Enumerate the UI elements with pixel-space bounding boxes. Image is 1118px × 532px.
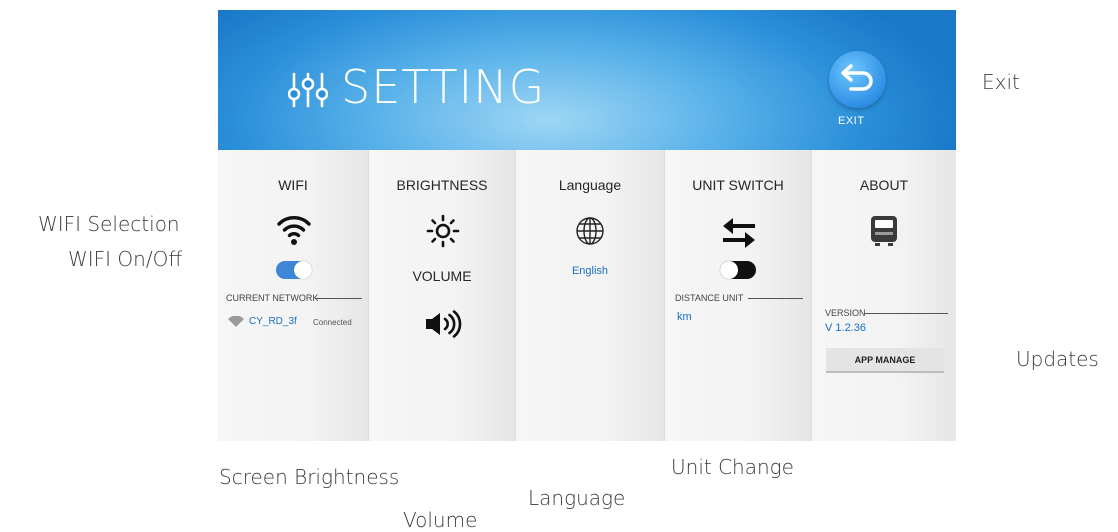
- divider: [748, 298, 803, 299]
- volume-title: VOLUME: [412, 268, 472, 284]
- annotation-language: Language: [528, 486, 626, 510]
- exit-label: EXIT: [838, 115, 865, 127]
- version-label: VERSION: [825, 308, 866, 318]
- about-title: ABOUT: [859, 177, 909, 193]
- language-title: Language: [558, 177, 622, 193]
- toggle-knob: [294, 261, 312, 279]
- unit-switch-panel: UNIT SWITCH DISTANCE UNIT km: [665, 150, 812, 441]
- toggle-knob: [720, 261, 738, 279]
- annotation-exit: Exit: [982, 70, 1020, 94]
- sliders-icon: [288, 72, 328, 108]
- brightness-title: BRIGHTNESS: [396, 177, 488, 193]
- wifi-title: WIFI: [278, 177, 308, 193]
- current-network-label: CURRENT NETWORK: [226, 293, 319, 303]
- wifi-panel: WIFI CURRENT NETWORK CY_RD_3f Connected: [218, 150, 369, 441]
- distance-unit-value[interactable]: km: [677, 311, 692, 323]
- about-panel: ABOUT VERSION V 1.2.36 APP MANAGE: [812, 150, 956, 441]
- annotation-wifi-onoff: WIFI On/Off: [68, 247, 183, 271]
- wifi-toggle[interactable]: [276, 261, 312, 279]
- device-icon[interactable]: [869, 214, 899, 248]
- language-value[interactable]: English: [516, 265, 664, 277]
- annotation-updates: Updates: [1016, 347, 1099, 371]
- brightness-panel: BRIGHTNESS VOLUME: [369, 150, 516, 441]
- annotation-screen-brightness: Screen Brightness: [219, 465, 400, 489]
- annotation-volume: Volume: [403, 508, 478, 532]
- settings-header: SETTING EXIT: [218, 10, 956, 150]
- divider: [315, 298, 362, 299]
- annotation-wifi-selection: WIFI Selection: [38, 212, 180, 236]
- unit-switch-title: UNIT SWITCH: [692, 177, 784, 193]
- return-arrow-icon: [841, 64, 873, 91]
- wifi-icon[interactable]: [276, 211, 312, 247]
- version-value: V 1.2.36: [825, 322, 866, 334]
- speaker-icon[interactable]: [424, 310, 462, 338]
- divider: [864, 313, 948, 314]
- page-title: SETTING: [341, 60, 546, 114]
- swap-arrows-icon[interactable]: [719, 217, 759, 249]
- exit-button[interactable]: [829, 51, 886, 108]
- language-panel: Language English: [516, 150, 665, 441]
- annotation-unit-change: Unit Change: [671, 455, 794, 479]
- globe-icon[interactable]: [575, 216, 605, 246]
- sun-icon[interactable]: [426, 214, 460, 248]
- unit-toggle[interactable]: [720, 261, 756, 279]
- settings-screen: SETTING EXIT WIFI CURRENT NETWORK CY_RD_…: [218, 10, 956, 441]
- app-manage-button[interactable]: APP MANAGE: [826, 348, 944, 373]
- network-status: Connected: [313, 318, 352, 327]
- wifi-signal-icon: [228, 316, 244, 327]
- network-name[interactable]: CY_RD_3f: [249, 316, 297, 327]
- distance-unit-label: DISTANCE UNIT: [675, 293, 744, 303]
